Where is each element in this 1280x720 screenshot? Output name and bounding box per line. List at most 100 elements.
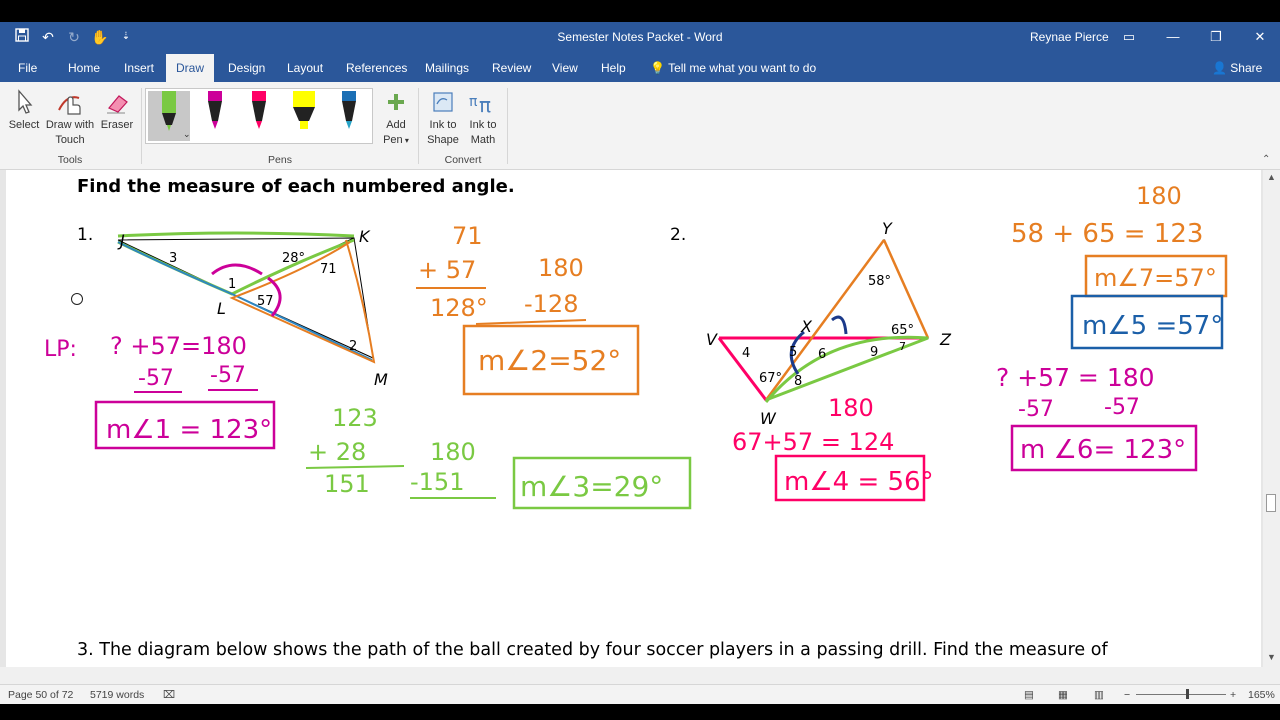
ink-annotations: LP: ? +57=180 -57 -57 m∠1 = 123° 71 + 57… (44, 182, 1228, 510)
tab-view[interactable]: View (548, 54, 582, 82)
tab-review[interactable]: Review (488, 54, 535, 82)
touch-draw-icon (58, 96, 81, 115)
document-page[interactable]: Find the measure of each numbered angle.… (6, 170, 1261, 667)
collapse-ribbon-icon[interactable]: ⌃ (1262, 154, 1270, 165)
dropdown-arrow-icon: ▾ (402, 136, 409, 145)
redo-icon[interactable]: ↻ (64, 27, 84, 47)
pen-blue[interactable] (328, 91, 370, 141)
share-button[interactable]: 👤 Share (1212, 54, 1262, 82)
save-icon[interactable] (12, 27, 32, 47)
pen-green[interactable]: ⌄ (148, 91, 191, 141)
tab-help[interactable]: Help (597, 54, 630, 82)
bottom-letterbox (0, 704, 1280, 720)
tell-me-text: Tell me what you want to do (668, 61, 817, 75)
eraser-label: Eraser (100, 119, 134, 131)
zoom-out-icon[interactable]: − (1124, 689, 1130, 701)
touch-mode-icon[interactable]: ✋ (90, 27, 110, 47)
add-pen-label-2: Pen (383, 134, 403, 146)
svg-text:π: π (479, 93, 491, 116)
ink-answer-7: m∠7=57° (1094, 264, 1217, 292)
zoom-in-icon[interactable]: + (1230, 689, 1236, 701)
ink-p1-add-r: 151 (324, 470, 370, 498)
eraser-icon (107, 95, 128, 114)
plus-icon (388, 94, 404, 110)
zoom-level[interactable]: 165% (1248, 689, 1275, 701)
svg-text:⌄: ⌄ (183, 130, 190, 140)
pens-group-label: Pens (268, 154, 292, 166)
ink-math-label-2: Math (470, 134, 496, 146)
pointer-icon (18, 89, 33, 114)
ink-p2-eq1: 58 + 65 = 123 (1011, 219, 1203, 249)
zoom-thumb[interactable] (1186, 689, 1189, 699)
draw-ribbon: Select Draw with Touch Eraser Tools ⌄ Pe… (0, 82, 1280, 170)
minimize-button[interactable]: — (1158, 26, 1188, 48)
read-mode-icon[interactable]: ▤ (1024, 689, 1034, 701)
tab-mailings[interactable]: Mailings (421, 54, 473, 82)
ink-p2-eq6a: -57 (1018, 397, 1054, 422)
undo-icon[interactable]: ↶ (38, 27, 58, 47)
ink-p2-eq4: 67+57 = 124 (732, 428, 894, 456)
ink-answer-2: m∠2=52° (478, 344, 621, 377)
ink-p1-add-a: 123 (332, 404, 378, 432)
ink-p1-eq1: ? +57=180 (110, 332, 247, 360)
title-bar: ↶ ↻ ✋ ⇣ Semester Notes Packet - Word Rey… (0, 22, 1280, 54)
share-label: Share (1230, 61, 1263, 75)
select-label: Select (8, 119, 40, 131)
document-area: Find the measure of each numbered angle.… (0, 170, 1280, 684)
close-button[interactable]: ✕ (1245, 26, 1275, 48)
ink-p2-eq6b: -57 (1104, 395, 1140, 420)
print-layout-icon[interactable]: ▦ (1058, 689, 1068, 701)
ink-shape-label-1: Ink to (429, 119, 457, 131)
group-separator (507, 88, 508, 164)
web-layout-icon[interactable]: ▥ (1094, 689, 1104, 701)
pen-pink[interactable] (238, 91, 280, 141)
pens-gallery: ⌄ (145, 88, 373, 144)
tell-me-box[interactable]: 💡 Tell me what you want to do (650, 54, 816, 82)
ink-answer-3: m∠3=29° (520, 470, 663, 503)
ink-answer-6: m ∠6= 123° (1020, 435, 1186, 465)
tab-home[interactable]: Home (64, 54, 104, 82)
scroll-up-icon[interactable]: ▲ (1267, 172, 1276, 182)
pen-yellow-highlighter[interactable] (283, 91, 325, 141)
tab-layout[interactable]: Layout (283, 54, 327, 82)
draw-touch-label-1: Draw with (45, 119, 95, 131)
ink-answer-4: m∠4 = 56° (784, 467, 934, 497)
user-name[interactable]: Reynae Pierce (1030, 30, 1109, 44)
status-bar: Page 50 of 72 5719 words ⌧ ▤ ▦ ▥ − + 165… (0, 684, 1280, 704)
restore-button[interactable]: ❐ (1201, 26, 1231, 48)
ribbon-display-icon[interactable]: ▭ (1114, 26, 1144, 48)
select-button[interactable]: Select (6, 88, 42, 133)
scroll-down-icon[interactable]: ▼ (1267, 652, 1276, 662)
eraser-button[interactable]: Eraser (100, 88, 134, 133)
tab-references[interactable]: References (342, 54, 411, 82)
ink-p1-sub-a: 180 (538, 254, 584, 282)
quick-access-toolbar: ↶ ↻ ✋ ⇣ (12, 27, 136, 47)
ink-answer-1: m∠1 = 123° (106, 415, 272, 445)
customize-qat-icon[interactable]: ⇣ (116, 27, 136, 47)
convert-group-label: Convert (444, 154, 482, 166)
ink-to-math-button[interactable]: ππ Ink to Math (464, 88, 502, 148)
ink-p1-sub2-a: 180 (430, 438, 476, 466)
word-count[interactable]: 5719 words (90, 689, 144, 701)
add-pen-button[interactable]: Add Pen ▾ (380, 88, 412, 148)
ribbon-tabs: File Home Insert Draw Design Layout Refe… (0, 54, 1280, 82)
zoom-slider[interactable] (1136, 694, 1226, 695)
add-pen-label-1: Add (386, 119, 406, 131)
tab-file[interactable]: File (14, 54, 41, 82)
ink-to-shape-button[interactable]: Ink to Shape (424, 88, 462, 148)
draw-touch-label-2: Touch (55, 134, 85, 146)
ink-p1-eq2a: -57 (138, 366, 174, 391)
horizontal-scrollbar[interactable] (0, 667, 1263, 684)
draw-with-touch-button[interactable]: Draw with Touch (44, 88, 96, 148)
ink-math-label-1: Ink to (469, 119, 497, 131)
word-window: ↶ ↻ ✋ ⇣ Semester Notes Packet - Word Rey… (0, 0, 1280, 720)
tab-design[interactable]: Design (224, 54, 269, 82)
proofing-icon[interactable]: ⌧ (163, 689, 175, 701)
scroll-thumb[interactable] (1266, 494, 1276, 512)
tab-insert[interactable]: Insert (120, 54, 158, 82)
vertical-scrollbar[interactable]: ▲ ▼ (1263, 170, 1280, 684)
pen-purple[interactable] (194, 91, 236, 141)
tab-draw[interactable]: Draw (166, 54, 214, 82)
page-count[interactable]: Page 50 of 72 (8, 689, 73, 701)
ink-p2-top: 180 (1136, 182, 1182, 210)
